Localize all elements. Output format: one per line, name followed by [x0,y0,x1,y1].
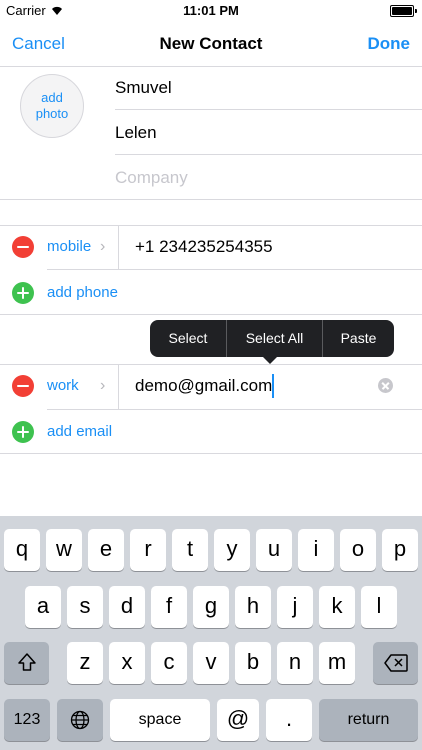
key-d[interactable]: d [109,586,145,628]
email-field[interactable]: demo@gmail.com [135,376,272,396]
key-c[interactable]: c [151,642,187,684]
divider [118,364,119,409]
chevron-right-icon: › [100,377,106,394]
at-key[interactable]: @ [217,699,259,741]
key-j[interactable]: j [277,586,313,628]
divider [0,453,422,454]
last-name-field[interactable]: Lelen [115,123,157,143]
key-u[interactable]: u [256,529,292,571]
done-button[interactable]: Done [368,34,411,54]
email-label-button[interactable]: work [47,377,79,394]
page-title: New Contact [159,34,263,53]
key-z[interactable]: z [67,642,103,684]
dot-key[interactable]: . [266,699,312,741]
key-n[interactable]: n [277,642,313,684]
divider [0,225,422,226]
remove-email-button[interactable] [12,375,34,397]
select-menu-item[interactable]: Select [150,320,226,357]
return-key[interactable]: return [319,699,418,741]
add-email-button[interactable]: add email [47,423,112,440]
status-time: 11:01 PM [183,3,239,18]
divider [115,154,422,155]
backspace-key[interactable] [373,642,418,684]
remove-phone-button[interactable] [12,236,34,258]
globe-key[interactable] [57,699,103,741]
key-h[interactable]: h [235,586,271,628]
divider [0,364,422,365]
key-e[interactable]: e [88,529,124,571]
backspace-icon [383,654,408,672]
clear-text-icon[interactable] [378,378,393,393]
space-key[interactable]: space [110,699,210,741]
divider [47,409,422,410]
divider [47,269,422,270]
key-k[interactable]: k [319,586,355,628]
status-bar: Carrier 11:01 PM [0,0,422,22]
chevron-right-icon: › [100,238,106,255]
phone-field[interactable]: +1 234235254355 [135,237,273,257]
text-cursor [272,374,274,398]
divider [0,314,422,315]
key-l[interactable]: l [361,586,397,628]
key-a[interactable]: a [25,586,61,628]
add-email-icon[interactable] [12,421,34,443]
paste-menu-item[interactable]: Paste [323,320,394,357]
divider [118,225,119,269]
key-m[interactable]: m [319,642,355,684]
key-x[interactable]: x [109,642,145,684]
key-b[interactable]: b [235,642,271,684]
select-all-menu-item[interactable]: Select All [227,320,322,357]
battery-icon [390,5,417,17]
key-t[interactable]: t [172,529,208,571]
nav-divider [0,66,422,67]
edit-menu: Select Select All Paste [150,320,394,357]
first-name-field[interactable]: Smuvel [115,78,172,98]
company-field[interactable]: Company [115,168,188,188]
key-y[interactable]: y [214,529,250,571]
key-i[interactable]: i [298,529,334,571]
key-o[interactable]: o [340,529,376,571]
add-phone-icon[interactable] [12,282,34,304]
shift-key[interactable] [4,642,49,684]
divider [0,199,422,200]
numbers-key[interactable]: 123 [4,699,50,741]
divider [115,109,422,110]
key-w[interactable]: w [46,529,82,571]
key-q[interactable]: q [4,529,40,571]
edit-menu-arrow [262,356,278,364]
key-s[interactable]: s [67,586,103,628]
key-f[interactable]: f [151,586,187,628]
key-v[interactable]: v [193,642,229,684]
add-phone-button[interactable]: add phone [47,284,118,301]
shift-icon [17,653,36,671]
phone-label-button[interactable]: mobile [47,238,91,255]
key-r[interactable]: r [130,529,166,571]
keyboard: q w e r t y u i o p a s d f g h j k l z … [0,516,422,750]
add-photo-label-line2: photo [35,106,69,121]
globe-icon [70,710,90,730]
add-photo-button[interactable]: add photo [20,74,84,138]
key-g[interactable]: g [193,586,229,628]
key-p[interactable]: p [382,529,418,571]
add-photo-label-line1: add [41,90,63,105]
